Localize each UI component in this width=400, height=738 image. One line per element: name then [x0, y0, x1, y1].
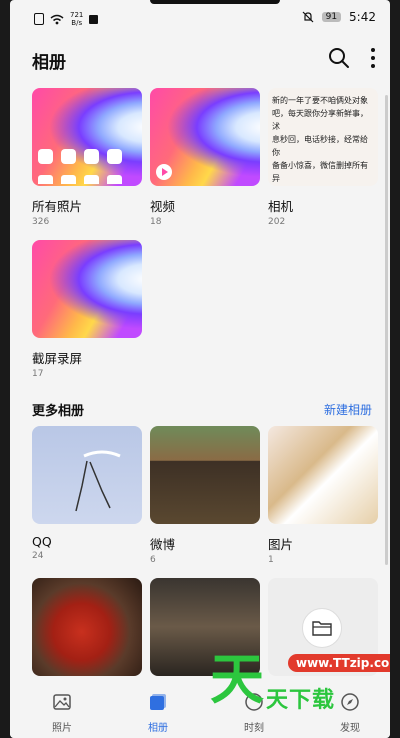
search-icon — [329, 48, 349, 68]
photos-icon — [53, 694, 71, 710]
status-bar: 721 B/s 91 5:42 — [10, 0, 390, 34]
album-qq[interactable]: QQ 24 — [32, 426, 142, 561]
battery-level: 91 — [321, 12, 342, 22]
album-name: 所有照片 — [32, 199, 83, 214]
album-thumbnail — [32, 426, 142, 524]
album-count: 202 — [268, 217, 286, 227]
nav-label: 照片 — [52, 723, 72, 734]
new-album-button[interactable]: 新建相册 — [324, 401, 372, 418]
wifi-icon — [50, 14, 64, 24]
album-thumbnail — [150, 426, 260, 524]
clock: 5:42 — [349, 10, 376, 24]
play-icon — [156, 164, 172, 180]
search-button[interactable] — [328, 47, 350, 73]
album-thumbnail: 新的一年了要不咱俩处对象 吧，每天跟你分享新鲜事，沭 息秒回，电话秒接，经常给你… — [268, 88, 378, 186]
scrollbar[interactable] — [385, 95, 388, 565]
album-thumbnail — [32, 240, 142, 338]
notification-icon — [89, 14, 99, 24]
watermark-url: www.TTzip.com — [288, 654, 390, 672]
album-weibo[interactable]: 微博 6 — [150, 426, 260, 565]
album-count: 18 — [150, 217, 162, 227]
folder-icon — [312, 621, 332, 636]
nav-label: 发现 — [340, 723, 360, 734]
app-header: 相册 — [10, 40, 390, 80]
album-name: 截屏录屏 — [32, 351, 83, 366]
bird-illustration — [75, 450, 121, 512]
more-vert-icon[interactable] — [370, 48, 376, 68]
album-screenshots[interactable]: 截屏录屏 17 — [32, 240, 142, 379]
album-name: 视频 — [150, 199, 176, 214]
album-count: 6 — [150, 555, 156, 565]
album-thumbnail — [32, 578, 142, 676]
album-count: 17 — [32, 369, 44, 379]
gallery-screen: 721 B/s 91 5:42 相册 所有照片 326 视频 18 新的一年了要… — [10, 0, 390, 738]
album-name: 微博 — [150, 537, 176, 552]
album-videos[interactable]: 视频 18 — [150, 88, 260, 227]
mute-icon — [302, 11, 314, 23]
nav-item-albums[interactable]: 相册 — [120, 692, 196, 734]
album-thumbnail — [150, 88, 260, 186]
net-speed: 721 B/s — [70, 11, 83, 27]
net-speed-unit: B/s — [71, 19, 83, 27]
album-camera[interactable]: 新的一年了要不咱俩处对象 吧，每天跟你分享新鲜事，沭 息秒回，电话秒接，经常给你… — [268, 88, 378, 227]
album-all-photos[interactable]: 所有照片 326 — [32, 88, 142, 227]
watermark-logo: 天 — [210, 648, 264, 711]
nav-item-photos[interactable]: 照片 — [24, 692, 100, 734]
album-pictures[interactable]: 图片 1 — [268, 426, 378, 565]
album-thumbnail — [32, 88, 142, 186]
album-hotpot[interactable] — [32, 578, 142, 676]
nav-label: 时刻 — [244, 723, 264, 734]
folder-button[interactable] — [302, 608, 342, 648]
section-title: 更多相册 — [32, 404, 85, 419]
nav-label: 相册 — [148, 723, 168, 734]
notch — [150, 0, 280, 4]
sim-icon — [34, 13, 44, 25]
watermark: 天 www.TTzip.com 天下载 — [210, 650, 390, 716]
album-count: 326 — [32, 217, 50, 227]
album-count: 24 — [32, 551, 44, 561]
album-name: 相机 — [268, 199, 294, 214]
album-count: 1 — [268, 555, 274, 565]
album-thumbnail — [268, 426, 378, 524]
albums-icon — [150, 694, 166, 710]
album-name: QQ — [32, 534, 52, 549]
watermark-text: 天下载 — [266, 688, 336, 713]
album-name: 图片 — [268, 537, 294, 552]
net-speed-value: 721 — [70, 11, 84, 19]
page-title: 相册 — [32, 53, 66, 73]
